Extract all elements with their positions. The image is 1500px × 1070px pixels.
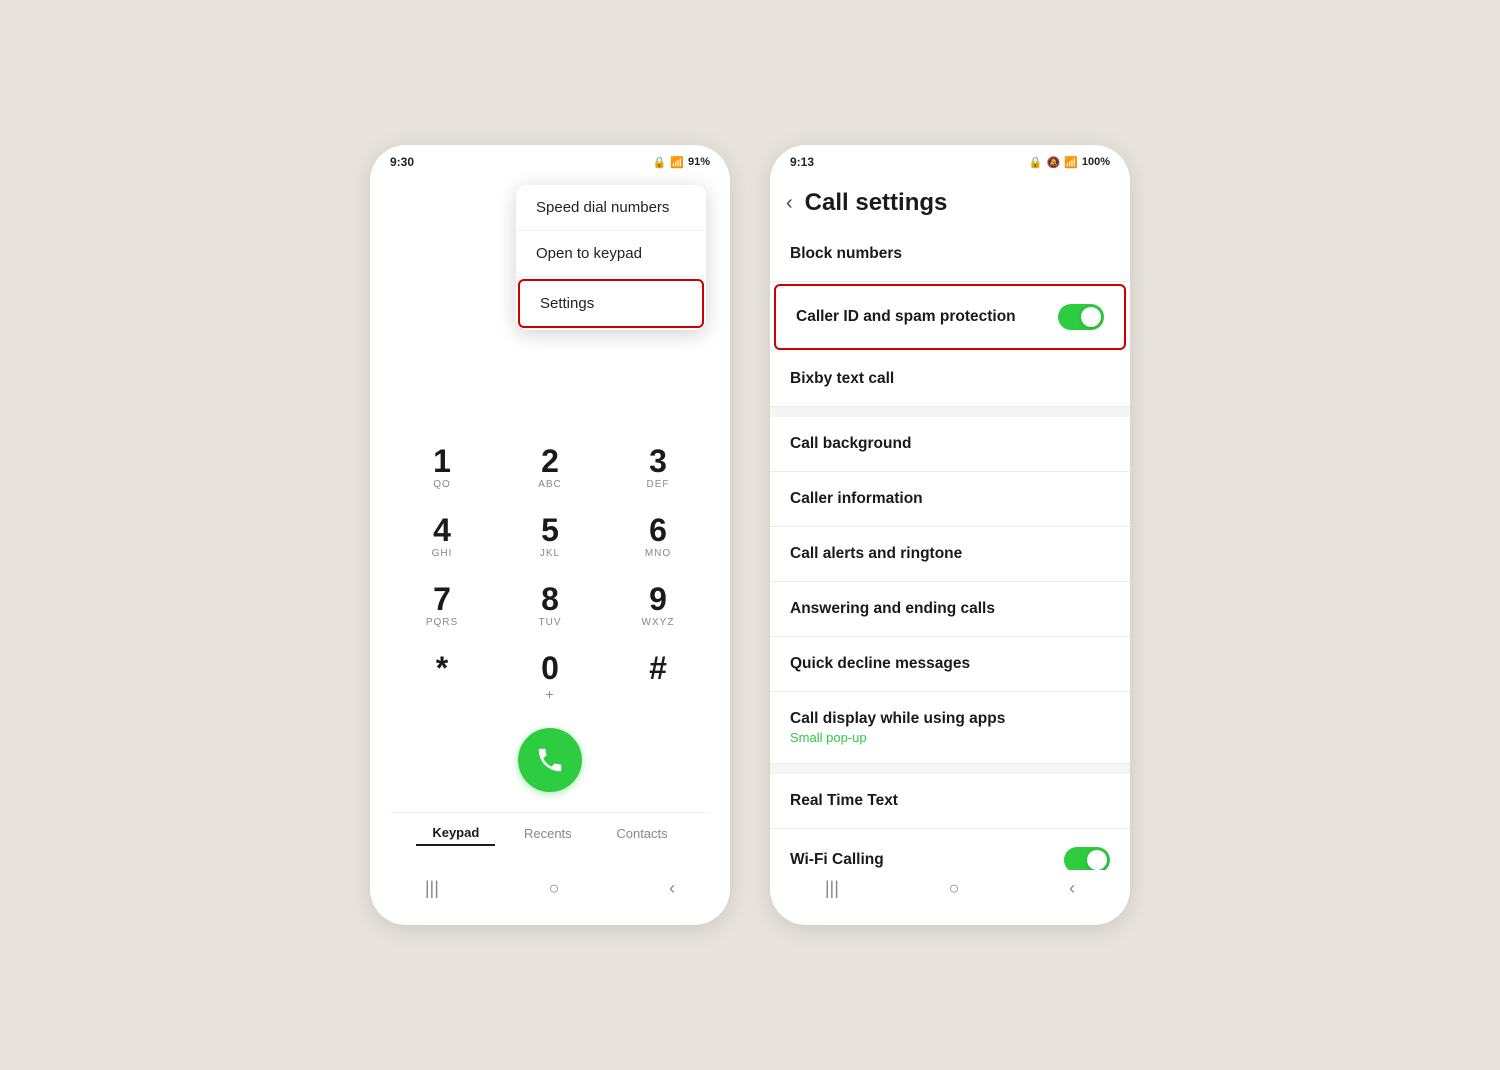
caller-id-toggle[interactable] — [1058, 304, 1104, 330]
battery-text: 91% — [688, 156, 710, 168]
settings-rtt[interactable]: Real Time Text — [770, 774, 1130, 829]
dropdown-settings[interactable]: Settings — [518, 279, 704, 328]
right-battery: 100% — [1082, 156, 1110, 168]
right-nav-recent[interactable]: ||| — [825, 878, 839, 899]
settings-quick-decline[interactable]: Quick decline messages — [770, 637, 1130, 692]
dialer-content: Speed dial numbers Open to keypad Settin… — [370, 175, 730, 911]
tab-recents[interactable]: Recents — [508, 822, 588, 845]
settings-call-alerts[interactable]: Call alerts and ringtone — [770, 527, 1130, 582]
settings-title: Call settings — [805, 189, 948, 217]
key-hash[interactable]: # — [606, 642, 710, 712]
right-lock-icon: 🔒 — [1029, 156, 1043, 169]
wifi-calling-toggle[interactable] — [1064, 847, 1110, 870]
call-button-row — [390, 728, 710, 792]
right-phone: 9:13 🔒 🔕 📶 100% ‹ Call settings Block nu… — [770, 145, 1130, 925]
call-button[interactable] — [518, 728, 582, 792]
settings-answering[interactable]: Answering and ending calls — [770, 582, 1130, 637]
settings-caller-info[interactable]: Caller information — [770, 472, 1130, 527]
divider-1 — [770, 407, 1130, 417]
right-nav-home[interactable]: ○ — [949, 878, 960, 899]
tab-contacts[interactable]: Contacts — [600, 822, 683, 845]
settings-call-background[interactable]: Call background — [770, 417, 1130, 472]
right-mute-icon: 🔕 — [1046, 156, 1060, 169]
right-nav-back[interactable]: ‹ — [1069, 878, 1075, 899]
left-status-right: 🔒 📶 91% — [653, 156, 710, 169]
bottom-nav: Keypad Recents Contacts — [390, 812, 710, 860]
divider-2 — [770, 764, 1130, 774]
left-time: 9:30 — [390, 155, 414, 169]
phone-icon — [535, 745, 565, 775]
dropdown-speed-dial[interactable]: Speed dial numbers — [516, 185, 706, 231]
settings-wifi-calling[interactable]: Wi-Fi Calling — [770, 829, 1130, 870]
right-time: 9:13 — [790, 155, 814, 169]
left-nav-back[interactable]: ‹ — [669, 878, 675, 899]
wifi-icon: 📶 — [670, 156, 684, 169]
right-sys-nav: ||| ○ ‹ — [770, 870, 1130, 911]
left-nav-recent[interactable]: ||| — [425, 878, 439, 899]
key-1[interactable]: 1 QO — [390, 435, 494, 500]
keypad-grid: 1 QO 2 ABC 3 DEF 4 GHI — [390, 435, 710, 712]
right-status-bar: 9:13 🔒 🔕 📶 100% — [770, 145, 1130, 175]
settings-content: ‹ Call settings Block numbers Caller ID … — [770, 175, 1130, 911]
left-phone: 9:30 🔒 📶 91% Speed dial numbers Open to … — [370, 145, 730, 925]
left-status-bar: 9:30 🔒 📶 91% — [370, 145, 730, 175]
key-9[interactable]: 9 WXYZ — [606, 573, 710, 638]
settings-caller-id[interactable]: Caller ID and spam protection — [774, 284, 1126, 350]
left-nav-home[interactable]: ○ — [549, 878, 560, 899]
key-3[interactable]: 3 DEF — [606, 435, 710, 500]
phones-container: 9:30 🔒 📶 91% Speed dial numbers Open to … — [370, 145, 1130, 925]
lock-icon: 🔒 — [653, 156, 667, 169]
left-sys-nav: ||| ○ ‹ — [370, 870, 730, 911]
settings-header: ‹ Call settings — [770, 175, 1130, 227]
tab-keypad[interactable]: Keypad — [416, 821, 495, 846]
key-4[interactable]: 4 GHI — [390, 504, 494, 569]
key-5[interactable]: 5 JKL — [498, 504, 602, 569]
right-status-right: 🔒 🔕 📶 100% — [1029, 156, 1110, 169]
settings-block-numbers[interactable]: Block numbers — [770, 227, 1130, 282]
settings-bixby[interactable]: Bixby text call — [770, 352, 1130, 407]
dropdown-menu: Speed dial numbers Open to keypad Settin… — [516, 185, 706, 330]
dropdown-open-keypad[interactable]: Open to keypad — [516, 231, 706, 277]
key-6[interactable]: 6 MNO — [606, 504, 710, 569]
key-7[interactable]: 7 PQRS — [390, 573, 494, 638]
right-wifi-icon: 📶 — [1064, 156, 1078, 169]
key-0[interactable]: 0 + — [498, 642, 602, 712]
settings-list: Block numbers Caller ID and spam protect… — [770, 227, 1130, 870]
settings-call-display[interactable]: Call display while using apps Small pop-… — [770, 692, 1130, 764]
key-8[interactable]: 8 TUV — [498, 573, 602, 638]
key-2[interactable]: 2 ABC — [498, 435, 602, 500]
key-star[interactable]: * — [390, 642, 494, 712]
back-button[interactable]: ‹ — [786, 192, 793, 215]
